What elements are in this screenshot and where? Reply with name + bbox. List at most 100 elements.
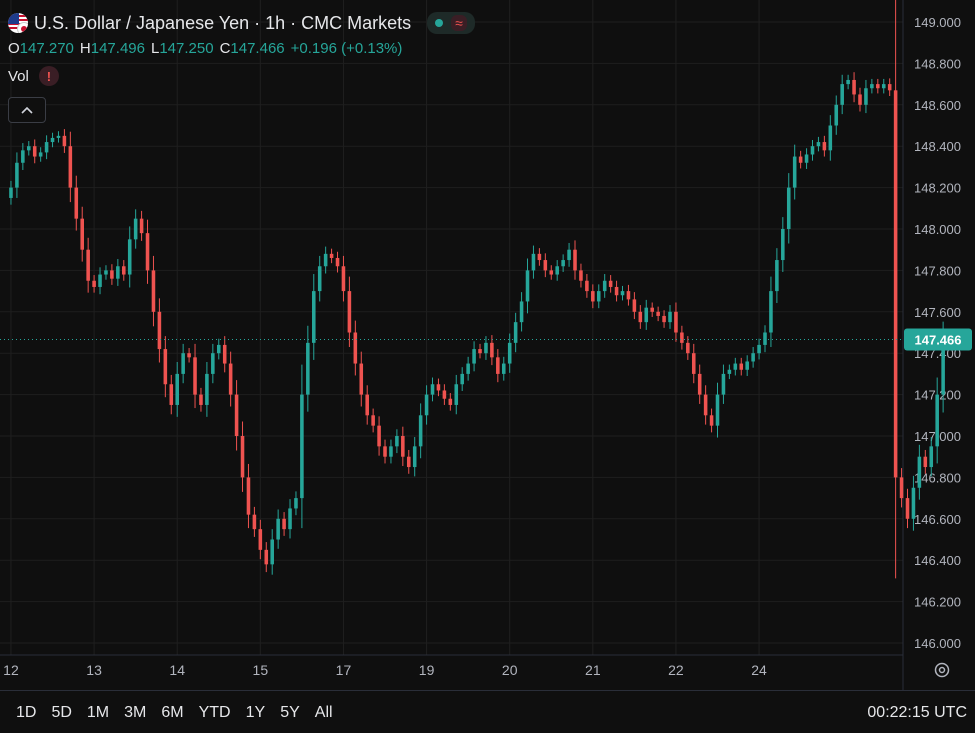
- candle-body: [383, 446, 387, 457]
- candle-body: [234, 394, 239, 436]
- volume-label: Vol: [8, 67, 29, 85]
- candle-body: [638, 311, 643, 323]
- candle-body: [62, 135, 67, 147]
- candle-body: [674, 311, 678, 333]
- x-tick-label: 17: [336, 662, 352, 678]
- candle-body: [816, 142, 821, 147]
- candle-body: [359, 363, 364, 395]
- collapse-legend-button[interactable]: [8, 97, 46, 123]
- candle-body: [519, 301, 524, 323]
- candle-body: [484, 342, 488, 354]
- candle-body: [460, 373, 464, 385]
- candle-body: [270, 539, 274, 565]
- range-5y-button[interactable]: 5Y: [280, 704, 300, 722]
- candle-body: [86, 249, 90, 281]
- candle-body: [656, 311, 660, 316]
- candle-body: [531, 253, 536, 271]
- candle-body: [80, 218, 84, 250]
- candle-body: [608, 280, 613, 287]
- candle-body: [151, 270, 156, 312]
- symbol-title[interactable]: U.S. Dollar / Japanese Yen · 1h · CMC Ma…: [34, 13, 411, 34]
- candle-body: [466, 363, 470, 374]
- market-open-dot-icon: [435, 19, 444, 27]
- y-tick-label: 146.000: [914, 636, 961, 651]
- candle-body: [626, 291, 631, 300]
- candle-body: [739, 363, 744, 370]
- y-tick-label: 146.600: [914, 512, 961, 527]
- candle-body: [507, 342, 512, 364]
- candle-body: [436, 384, 441, 391]
- candle-body: [644, 307, 649, 323]
- y-tick-label: 148.600: [914, 98, 961, 113]
- x-tick-label: 19: [419, 662, 435, 678]
- candle-body: [323, 253, 328, 267]
- candle-body: [311, 291, 316, 343]
- candle-body: [181, 353, 185, 374]
- range-5d-button[interactable]: 5D: [51, 704, 71, 722]
- market-status-badge[interactable]: ≈: [427, 12, 475, 34]
- candle-body: [703, 394, 708, 416]
- chevron-up-icon: [21, 106, 33, 114]
- candle-body: [585, 280, 589, 292]
- candle-body: [110, 270, 114, 279]
- candle-body: [424, 394, 429, 416]
- candle-body: [353, 332, 358, 364]
- candle-body: [579, 270, 583, 281]
- candle-body: [211, 353, 215, 374]
- candle-body: [68, 146, 73, 188]
- y-tick-label: 147.600: [914, 305, 961, 320]
- candle-body: [252, 514, 257, 530]
- wave-icon: ≈: [451, 15, 467, 31]
- candle-body: [377, 425, 381, 447]
- candle-body: [133, 218, 138, 240]
- candle-body: [745, 361, 749, 370]
- candle-body: [905, 498, 910, 519]
- candle-body: [448, 398, 453, 405]
- bottom-toolbar: 1D 5D 1M 3M 6M YTD 1Y 5Y All 00:22:15 UT…: [0, 690, 975, 733]
- candle-body: [792, 156, 797, 188]
- price-chart[interactable]: 149.000 148.800 148.600 148.400 148.200 148.0…: [0, 0, 975, 690]
- candle-body: [828, 125, 833, 151]
- candle-body: [442, 390, 447, 399]
- candle-body: [430, 384, 435, 395]
- chart-settings-gear-icon[interactable]: [932, 660, 952, 680]
- x-tick-label: 13: [86, 662, 102, 678]
- candle-body: [306, 342, 310, 395]
- range-1d-button[interactable]: 1D: [16, 704, 36, 722]
- candle-body: [412, 446, 417, 468]
- candle-body: [282, 518, 286, 530]
- chart-header: U.S. Dollar / Japanese Yen · 1h · CMC Ma…: [8, 10, 475, 36]
- candle-body: [276, 518, 280, 540]
- candle-body: [798, 156, 803, 163]
- range-1m-button[interactable]: 1M: [87, 704, 109, 722]
- candle-body: [300, 394, 304, 499]
- range-ytd-button[interactable]: YTD: [199, 704, 231, 722]
- range-6m-button[interactable]: 6M: [161, 704, 183, 722]
- candle-body: [98, 274, 102, 287]
- range-all-button[interactable]: All: [315, 704, 333, 722]
- candle-body: [751, 353, 755, 362]
- candle-body: [733, 363, 738, 370]
- candle-body: [602, 280, 607, 292]
- candle-body: [769, 291, 773, 333]
- candle-body: [781, 229, 785, 261]
- candle-body: [288, 508, 292, 530]
- candle-body: [317, 266, 322, 292]
- candle-body: [104, 270, 108, 275]
- candle-body: [668, 311, 672, 323]
- ohlc-legend: O147.270 H147.496 L147.250 C147.466 +0.1…: [8, 40, 402, 57]
- range-1y-button[interactable]: 1Y: [246, 704, 266, 722]
- candle-body: [329, 253, 334, 258]
- utc-clock[interactable]: 00:22:15 UTC: [867, 704, 967, 722]
- y-tick-label: 148.800: [914, 56, 961, 71]
- volume-legend[interactable]: Vol !: [8, 66, 59, 86]
- candle-body: [864, 88, 868, 105]
- candle-body: [721, 373, 726, 395]
- candle-body: [258, 529, 263, 550]
- candle-body: [804, 154, 809, 163]
- candle-body: [56, 135, 61, 138]
- warning-icon[interactable]: !: [38, 66, 59, 86]
- candle-body: [454, 384, 459, 405]
- candle-body: [561, 260, 565, 267]
- range-3m-button[interactable]: 3M: [124, 704, 146, 722]
